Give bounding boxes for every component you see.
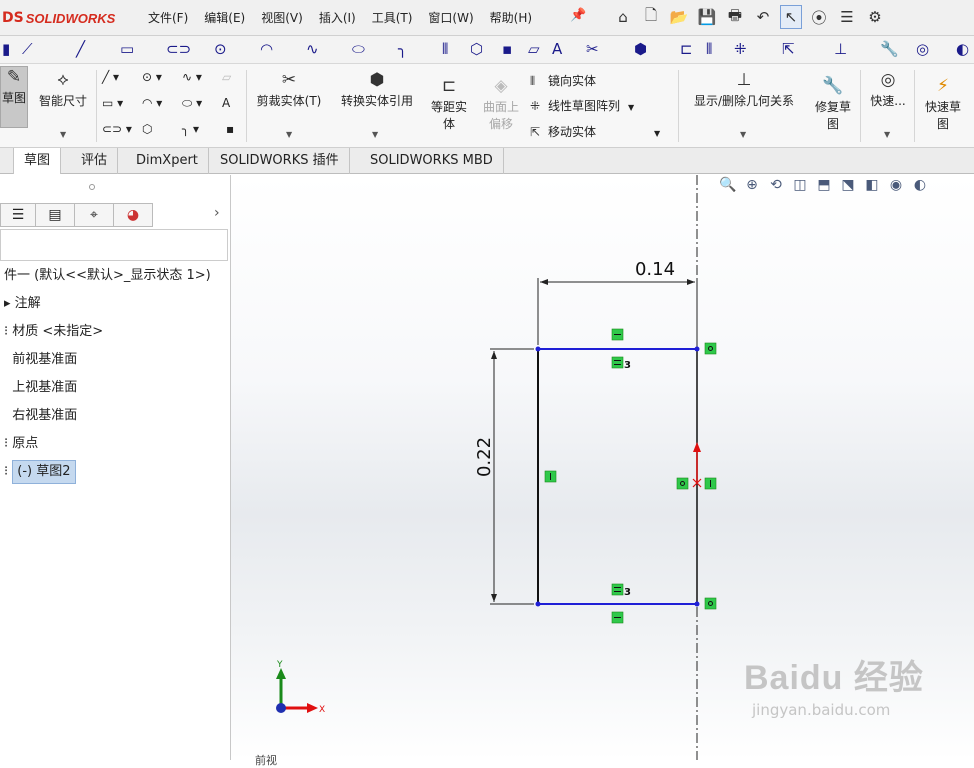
- height-dimension-value[interactable]: 0.22: [474, 437, 495, 477]
- watermark-sub-text: jingyan.baidu.com: [752, 701, 891, 719]
- equal-relation-index: 3: [624, 587, 631, 598]
- baidu-watermark: Baidu 经验 jingyan.baidu.com: [744, 650, 924, 719]
- coincident-relation-icon[interactable]: [704, 597, 717, 610]
- width-dimension-value[interactable]: 0.14: [635, 259, 675, 280]
- vertical-relation-icon[interactable]: [544, 470, 557, 483]
- coincident-relation-icon[interactable]: [704, 342, 717, 355]
- vertical-relation-icon[interactable]: [704, 477, 717, 490]
- dimension-arrow: [540, 279, 548, 285]
- sketch-vertex[interactable]: [535, 346, 541, 352]
- dimension-arrow: [687, 279, 695, 285]
- horizontal-relation-icon[interactable]: [611, 611, 624, 624]
- y-axis-label: Y: [276, 660, 283, 670]
- coincident-relation-icon[interactable]: [676, 477, 689, 490]
- equal-relation-index: 3: [624, 360, 631, 371]
- sketch-vertex[interactable]: [694, 346, 700, 352]
- horizontal-relation-icon[interactable]: [611, 328, 624, 341]
- dimension-arrow: [491, 594, 497, 602]
- sketch-canvas: 0.14 0.22 3 3 Y X: [276, 175, 717, 760]
- sketch-vertex[interactable]: [535, 601, 541, 607]
- view-name-label: 前视: [255, 754, 277, 767]
- sketch-vertex[interactable]: [694, 601, 700, 607]
- sketch-origin-icon[interactable]: [692, 442, 702, 488]
- axis-triad-icon: [276, 668, 318, 713]
- equal-relation-icon[interactable]: [611, 356, 624, 369]
- dimension-arrow: [491, 351, 497, 359]
- x-axis-label: X: [319, 705, 325, 715]
- equal-relation-icon[interactable]: [611, 583, 624, 596]
- watermark-main-text: Baidu 经验: [744, 659, 924, 697]
